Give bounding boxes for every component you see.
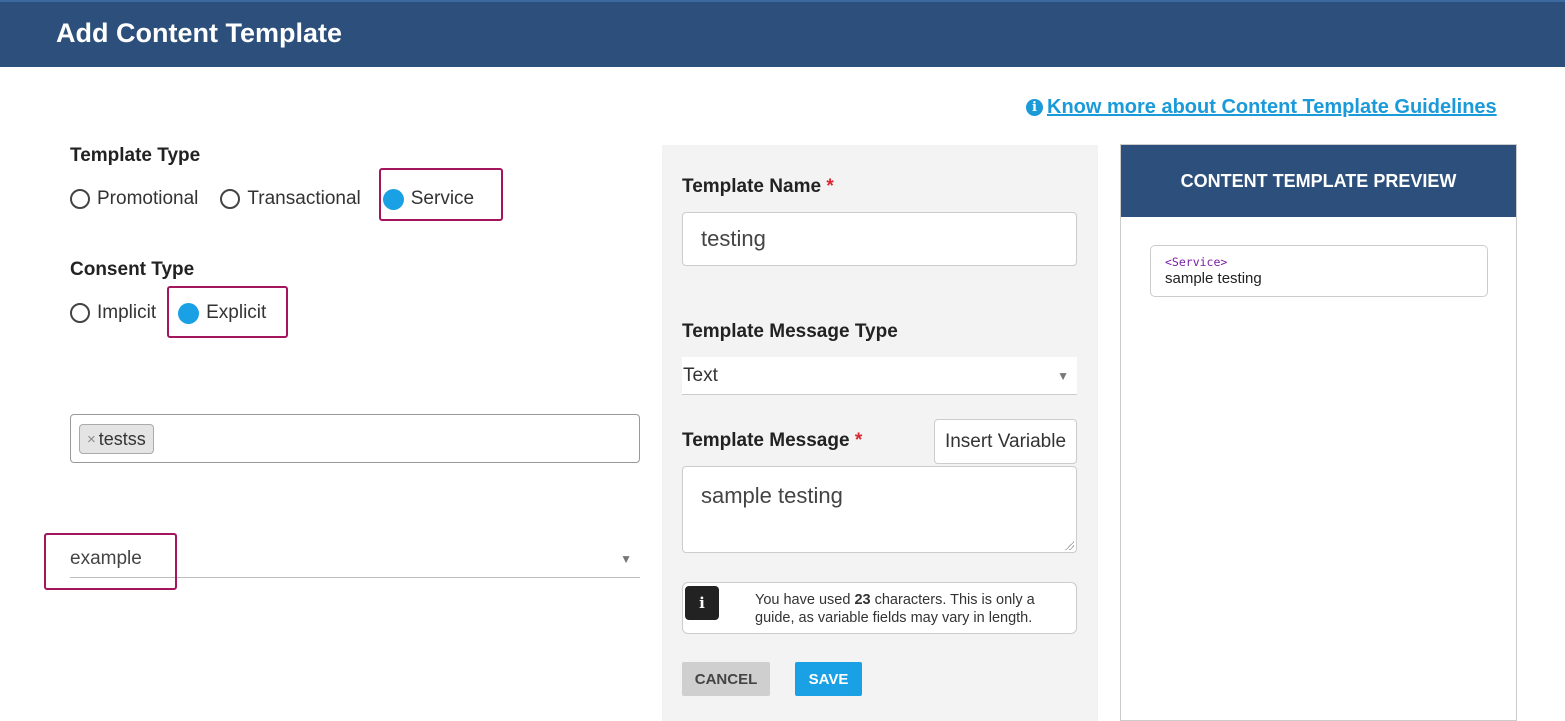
preview-message-bubble: <Service> sample testing bbox=[1150, 245, 1488, 297]
caret-down-icon: ▼ bbox=[620, 551, 632, 566]
message-type-select[interactable]: Text ▼ bbox=[682, 357, 1077, 395]
template-name-input[interactable]: testing bbox=[682, 212, 1077, 266]
page-header: Add Content Template bbox=[0, 0, 1565, 67]
info-icon: i bbox=[685, 586, 719, 620]
radio-explicit[interactable]: Explicit bbox=[178, 302, 266, 324]
radio-circle-unchecked-icon bbox=[70, 189, 90, 209]
remove-tag-icon[interactable]: × bbox=[87, 431, 96, 448]
guidelines-link[interactable]: i Know more about Content Template Guide… bbox=[1026, 96, 1497, 119]
consent-type-label: Consent Type bbox=[70, 259, 195, 280]
template-name-value: testing bbox=[701, 226, 766, 251]
preview-panel: CONTENT TEMPLATE PREVIEW <Service> sampl… bbox=[1120, 144, 1517, 721]
preview-message-text: sample testing bbox=[1165, 270, 1262, 287]
required-marker: * bbox=[826, 176, 834, 197]
radio-promotional[interactable]: Promotional bbox=[70, 188, 198, 210]
template-message-value: sample testing bbox=[701, 483, 843, 508]
info-icon: i bbox=[1026, 99, 1043, 116]
char-note-line2: guide, as variable fields may vary in le… bbox=[755, 610, 1033, 626]
tag-input[interactable]: × testss bbox=[70, 414, 640, 463]
required-marker: * bbox=[854, 430, 863, 451]
template-name-label: Template Name * bbox=[682, 176, 834, 198]
char-note-suffix: characters. This is only a bbox=[870, 592, 1035, 608]
radio-label: Transactional bbox=[247, 188, 361, 209]
radio-label: Promotional bbox=[97, 188, 199, 209]
template-message-type-label: Template Message Type bbox=[682, 321, 898, 342]
template-type-radio-group: Promotional Transactional Service bbox=[70, 188, 496, 210]
tag-chip: × testss bbox=[79, 424, 154, 454]
cancel-button[interactable]: CANCEL bbox=[682, 662, 770, 696]
template-name-label-text: Template Name bbox=[682, 176, 822, 197]
template-message-label: Template Message * bbox=[682, 430, 862, 452]
radio-circle-unchecked-icon bbox=[220, 189, 241, 209]
radio-service[interactable]: Service bbox=[382, 188, 475, 210]
char-count: 23 bbox=[854, 592, 871, 608]
template-type-label: Template Type bbox=[70, 145, 201, 166]
insert-variable-button[interactable]: Insert Variable bbox=[934, 419, 1077, 464]
tag-chip-label: testss bbox=[98, 428, 146, 449]
radio-circle-checked-icon bbox=[382, 188, 404, 210]
template-message-label-text: Template Message bbox=[682, 430, 850, 451]
example-select-value: example bbox=[70, 547, 142, 569]
character-count-note: i You have used 23 characters. This is o… bbox=[682, 582, 1077, 634]
message-type-value: Text bbox=[683, 364, 718, 386]
radio-transactional[interactable]: Transactional bbox=[220, 188, 361, 210]
caret-down-icon: ▼ bbox=[1057, 368, 1069, 383]
page-title: Add Content Template bbox=[56, 18, 342, 48]
preview-header-tag: <Service> bbox=[1165, 255, 1228, 269]
resize-handle-icon[interactable] bbox=[1064, 540, 1074, 550]
consent-type-radio-group: Implicit Explicit bbox=[70, 302, 288, 324]
template-message-textarea[interactable]: sample testing bbox=[682, 466, 1077, 553]
char-note-prefix: You have used bbox=[755, 592, 855, 608]
radio-label: Explicit bbox=[206, 302, 267, 323]
example-select[interactable]: example ▼ bbox=[70, 540, 640, 578]
character-count-text: You have used 23 characters. This is onl… bbox=[755, 591, 1035, 627]
radio-label: Implicit bbox=[97, 302, 157, 323]
guidelines-link-label: Know more about Content Template Guideli… bbox=[1047, 96, 1497, 118]
radio-implicit[interactable]: Implicit bbox=[70, 302, 156, 324]
preview-title: CONTENT TEMPLATE PREVIEW bbox=[1121, 145, 1516, 217]
radio-label: Service bbox=[410, 188, 475, 209]
radio-circle-unchecked-icon bbox=[70, 303, 90, 323]
radio-circle-checked-icon bbox=[178, 302, 200, 324]
save-button[interactable]: SAVE bbox=[795, 662, 862, 696]
